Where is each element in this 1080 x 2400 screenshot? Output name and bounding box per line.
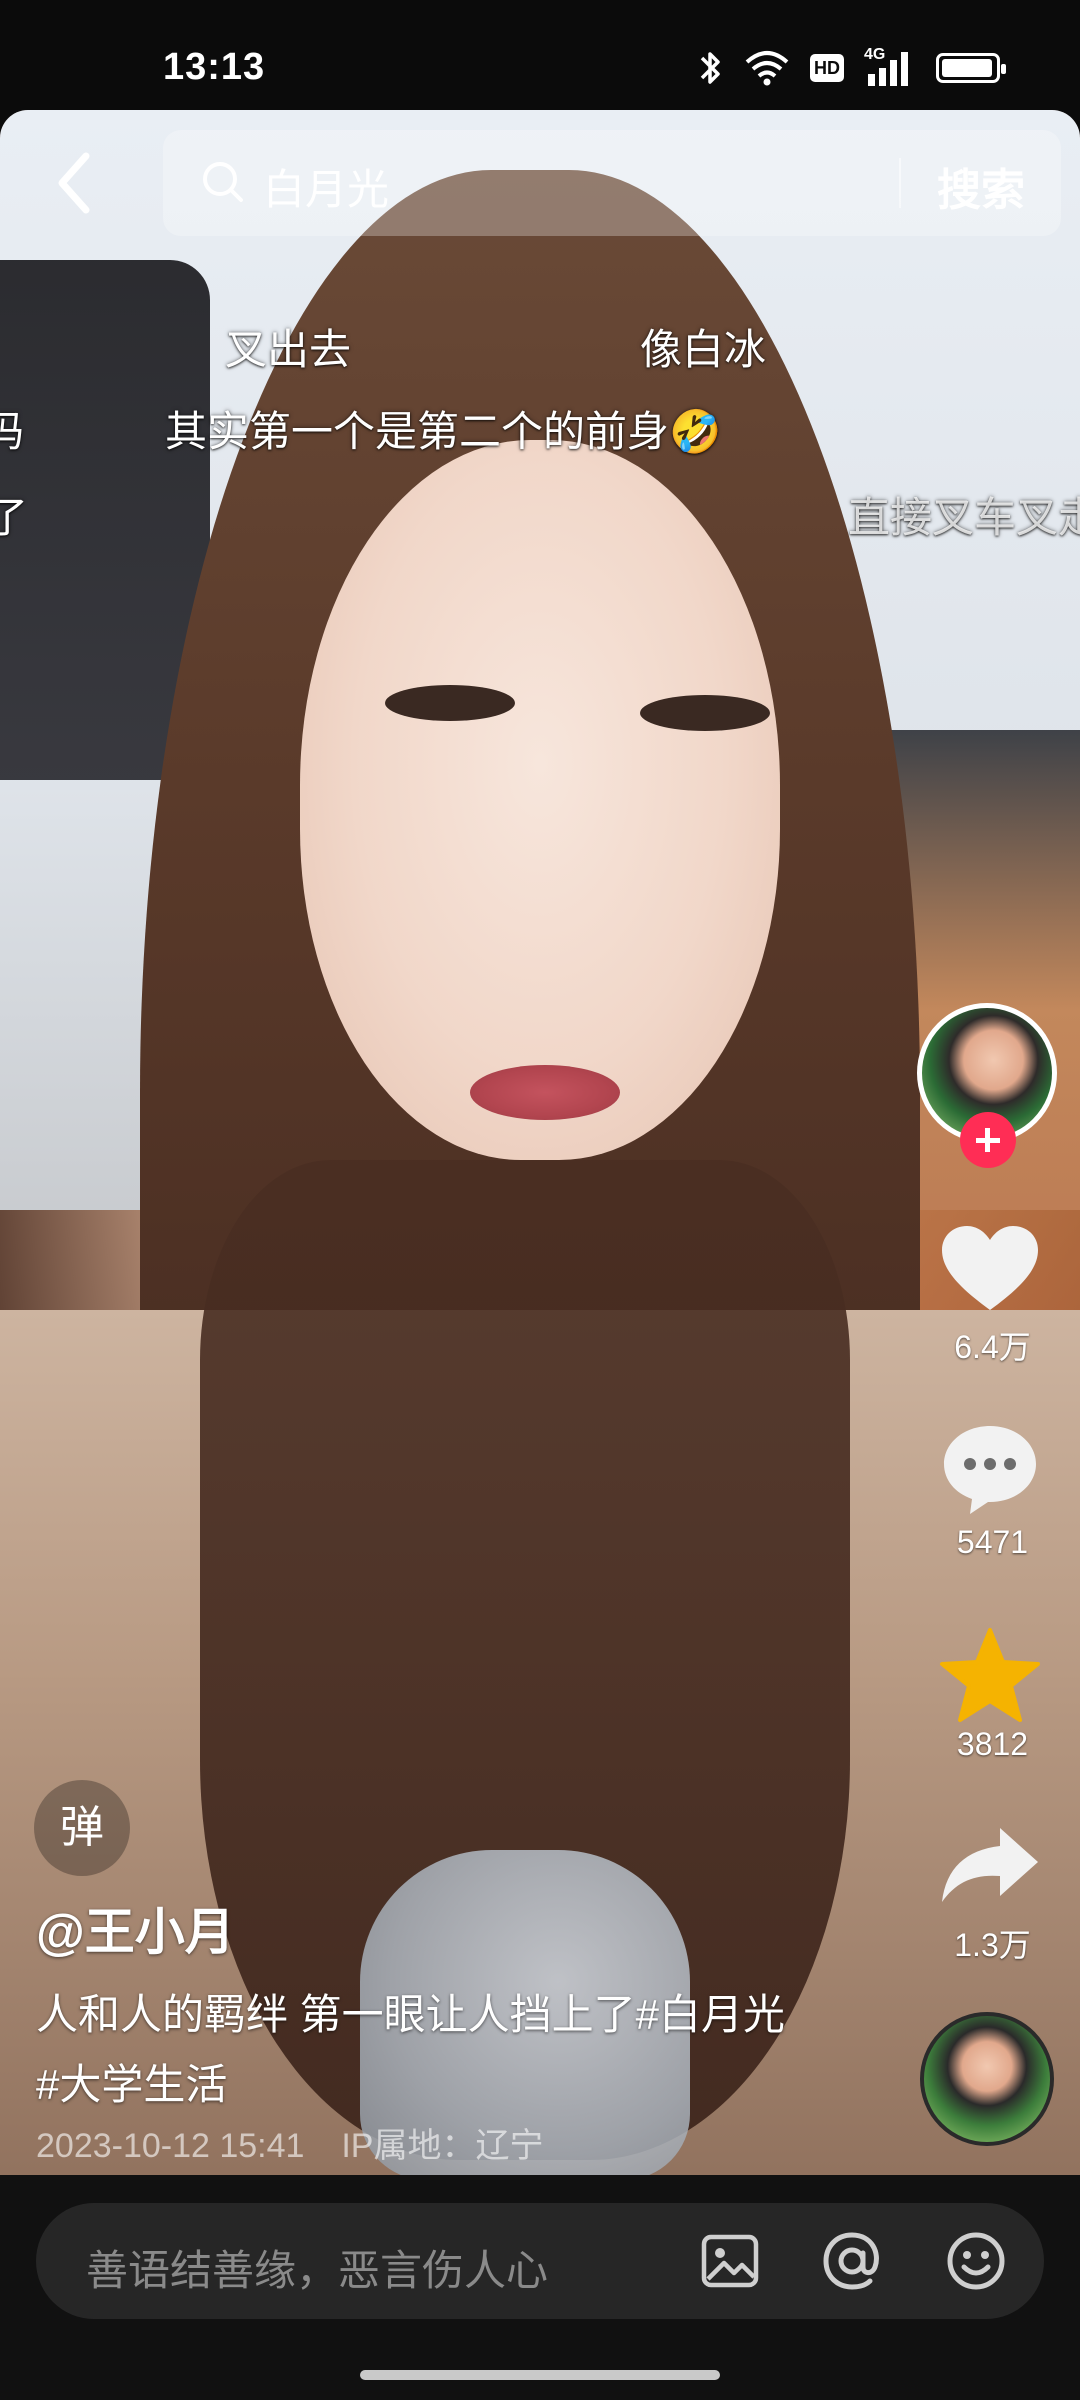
danmaku-item: 了 [0, 494, 29, 541]
comment-input[interactable]: 善语结善缘，恶言伤人心 [36, 2203, 1044, 2319]
creator-username[interactable]: @王小月 [36, 1892, 235, 1964]
favorite-count: 3812 [956, 1726, 1029, 1762]
heart-icon[interactable] [940, 1224, 1040, 1314]
network-type: 4G [864, 46, 886, 63]
image-icon[interactable] [698, 2229, 762, 2293]
video-subject-face [300, 440, 780, 1160]
comment-count: 5471 [956, 1524, 1029, 1560]
search-query[interactable]: 白月光 [263, 156, 389, 217]
signal-icon: 4G [864, 46, 916, 86]
search-button[interactable]: 搜索 [937, 154, 1025, 218]
mention-icon[interactable] [820, 2229, 884, 2293]
post-meta: 2023-10-12 15:41 IP属地：辽宁 [36, 2118, 543, 2167]
danmaku-item: 叉出去 [225, 326, 352, 373]
danmaku-item: 像白冰 [640, 326, 767, 373]
post-description[interactable]: 人和人的羁绊 第一眼让人挡上了#白月光 #大学生活 [36, 1980, 816, 2120]
post-date: 2023-10-12 15:41 [36, 2127, 305, 2165]
music-disc-avatar[interactable] [920, 2012, 1054, 2146]
video-subject-eye-left [385, 685, 515, 721]
search-icon [203, 162, 243, 202]
back-arrow-icon[interactable] [50, 148, 100, 218]
video-subject-eye-right [640, 695, 770, 731]
follow-button[interactable] [960, 1112, 1016, 1168]
bluetooth-icon [700, 52, 720, 84]
status-time: 13:13 [163, 46, 266, 88]
share-icon[interactable] [938, 1824, 1042, 1908]
post-ip-location: IP属地：辽宁 [341, 2127, 544, 2165]
wifi-icon [745, 51, 789, 86]
danmaku-item: 吗 [0, 408, 25, 455]
share-count: 1.3万 [954, 1927, 1031, 1963]
like-count: 6.4万 [954, 1329, 1031, 1365]
comment-icon[interactable] [940, 1422, 1040, 1516]
home-indicator[interactable] [360, 2370, 720, 2380]
emoji-icon[interactable] [944, 2229, 1008, 2293]
danmaku-item: 其实第一个是第二个的前身🤣 [165, 408, 722, 455]
status-icons: HD 4G [698, 46, 1006, 88]
status-bar: 13:13 HD 4G [0, 0, 1080, 110]
hd-icon: HD [810, 54, 844, 82]
star-icon[interactable] [938, 1626, 1042, 1724]
search-bar[interactable]: 白月光 搜索 [163, 130, 1061, 236]
search-divider [899, 158, 901, 208]
comment-placeholder[interactable]: 善语结善缘，恶言伤人心 [86, 2237, 548, 2298]
video-subject-lips [470, 1065, 620, 1120]
battery-icon [936, 53, 1006, 83]
danmaku-item: 直接叉车叉走 [848, 494, 1080, 541]
danmu-toggle-button[interactable]: 弹 [34, 1780, 130, 1876]
